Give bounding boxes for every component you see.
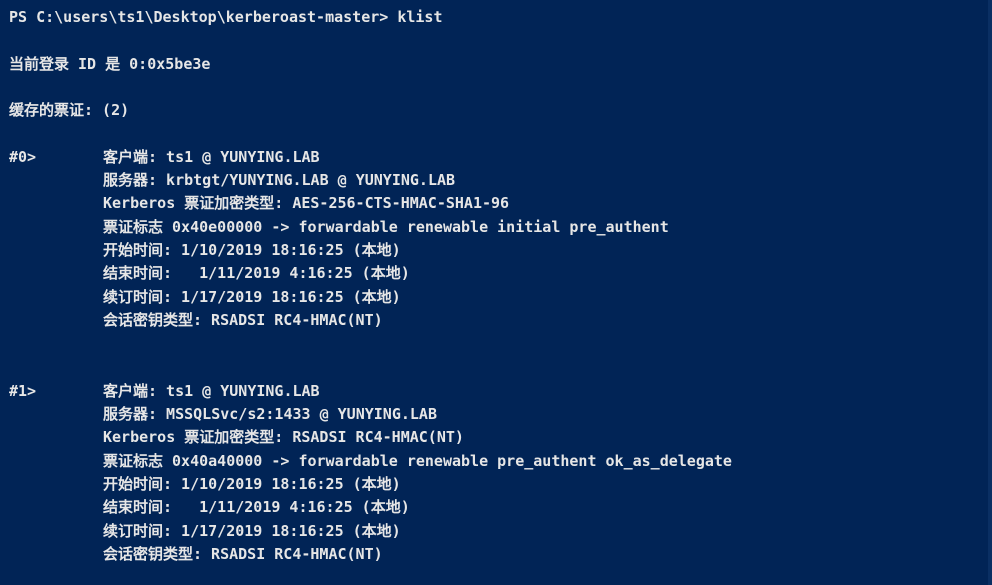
ticket-server: 服务器: krbtgt/YUNYING.LAB @ YUNYING.LAB — [103, 171, 456, 189]
ticket-kerberos-enc-type: Kerberos 票证加密类型: AES-256-CTS-HMAC-SHA1-9… — [103, 194, 510, 212]
ticket-index-label: #1> — [9, 382, 37, 400]
cached-tickets-line: 缓存的票证: (2) — [9, 101, 130, 119]
ticket-start-time: 开始时间: 1/10/2019 18:16:25 (本地) — [103, 475, 401, 493]
ticket-index-label: #0> — [9, 148, 37, 166]
ticket-renew-time: 续订时间: 1/17/2019 18:16:25 (本地) — [103, 288, 401, 306]
login-id-line: 当前登录 ID 是 0:0x5be3e — [9, 55, 211, 73]
command-prompt-line[interactable]: PS C:\users\ts1\Desktop\kerberoast-maste… — [9, 6, 442, 30]
ticket-start-time: 开始时间: 1/10/2019 18:16:25 (本地) — [103, 241, 401, 259]
ticket-session-key-type: 会话密钥类型: RSADSI RC4-HMAC(NT) — [103, 545, 383, 563]
ticket-server: 服务器: MSSQLSvc/s2:1433 @ YUNYING.LAB — [103, 405, 437, 423]
ticket-renew-time: 续订时间: 1/17/2019 18:16:25 (本地) — [103, 522, 401, 540]
ticket-kerberos-enc-type: Kerberos 票证加密类型: RSADSI RC4-HMAC(NT) — [103, 428, 464, 446]
powershell-terminal[interactable]: PS C:\users\ts1\Desktop\kerberoast-maste… — [0, 0, 992, 585]
ticket-session-key-type: 会话密钥类型: RSADSI RC4-HMAC(NT) — [103, 311, 383, 329]
ticket-client: 客户端: ts1 @ YUNYING.LAB — [103, 382, 320, 400]
ticket-flags: 票证标志 0x40e00000 -> forwardable renewable… — [103, 218, 669, 236]
ticket-client: 客户端: ts1 @ YUNYING.LAB — [103, 148, 320, 166]
terminal-scrollbar[interactable] — [988, 0, 992, 585]
ticket-end-time: 结束时间: 1/11/2019 4:16:25 (本地) — [103, 264, 410, 282]
ticket-end-time: 结束时间: 1/11/2019 4:16:25 (本地) — [103, 498, 410, 516]
ticket-flags: 票证标志 0x40a40000 -> forwardable renewable… — [103, 452, 732, 470]
